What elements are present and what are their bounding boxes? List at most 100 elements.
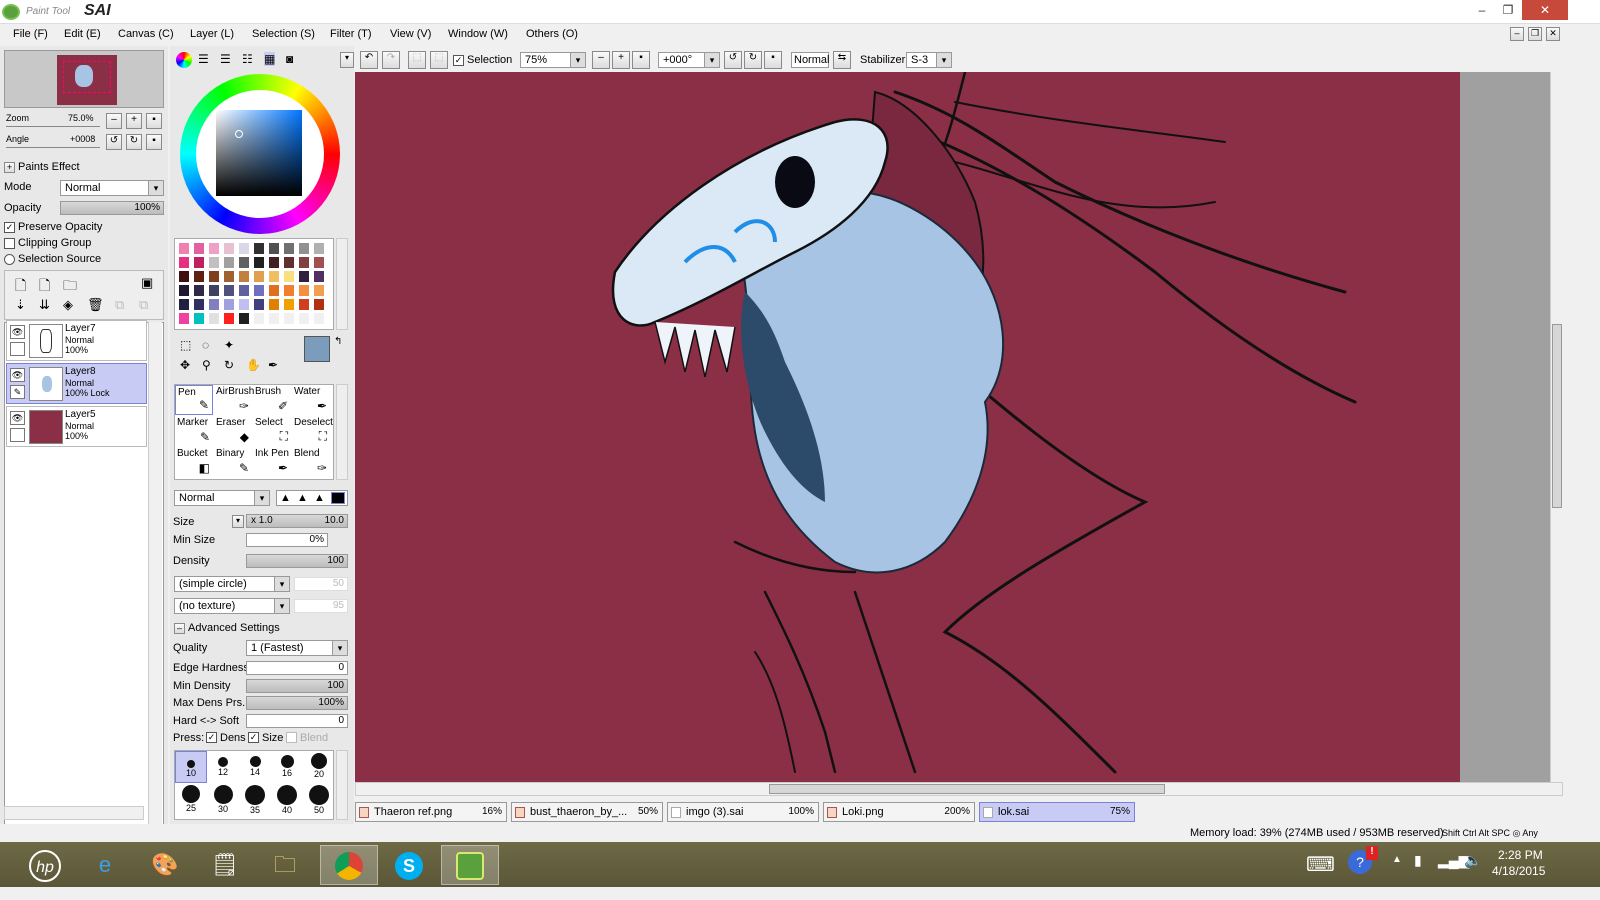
canvas-viewport[interactable]: [355, 70, 1563, 782]
angle-slider[interactable]: [6, 147, 100, 148]
color-mixer-tab-icon[interactable]: ☷: [242, 52, 253, 66]
color-swatch[interactable]: [284, 313, 294, 324]
color-swatch[interactable]: [269, 257, 279, 268]
color-swatch[interactable]: [239, 243, 249, 254]
rotate-reset-button[interactable]: ▪: [146, 134, 162, 150]
advanced-collapse-icon[interactable]: –: [174, 623, 185, 634]
rect-select-icon[interactable]: ⬚: [180, 338, 191, 352]
brush-size-preset[interactable]: 50: [303, 785, 333, 817]
color-swatch[interactable]: [254, 299, 264, 310]
volume-icon[interactable]: 🔈: [1464, 852, 1481, 869]
toolbar-zoom-in-button[interactable]: +: [612, 51, 630, 69]
color-swatch[interactable]: [299, 285, 309, 296]
deselect-button[interactable]: ⬚: [408, 51, 426, 69]
color-swatch[interactable]: [269, 285, 279, 296]
toolbar-rotate-right-button[interactable]: ↻: [744, 51, 762, 69]
layer-list-scrollbar[interactable]: [148, 322, 162, 852]
brush-size-preset[interactable]: 10: [175, 751, 207, 783]
invert-selection-button[interactable]: ⬚: [430, 51, 448, 69]
press-size-checkbox[interactable]: ✓: [248, 732, 259, 743]
brush-shape-soft-icon[interactable]: ▲: [314, 492, 325, 504]
mdi-close-button[interactable]: ✕: [1546, 27, 1560, 41]
swap-colors-icon[interactable]: ↰: [334, 336, 342, 347]
color-swatch[interactable]: [224, 299, 234, 310]
zoom-select[interactable]: 75%: [520, 52, 586, 68]
color-swatch[interactable]: [284, 257, 294, 268]
eyedropper-icon[interactable]: ✒: [268, 358, 278, 372]
color-swatch[interactable]: [239, 299, 249, 310]
tool-grid-scrollbar[interactable]: [336, 384, 348, 480]
selection-source-checkbox[interactable]: [4, 254, 15, 265]
brush-size-preset[interactable]: 40: [271, 785, 303, 817]
layer-list-hscrollbar[interactable]: [4, 806, 144, 820]
layer-opacity-slider[interactable]: 100%: [60, 201, 164, 215]
chrome-icon[interactable]: [320, 845, 378, 885]
redo-button[interactable]: ↷: [382, 51, 400, 69]
zoom-in-button[interactable]: +: [126, 113, 142, 129]
toolbar-menu-button[interactable]: ▾: [340, 52, 354, 68]
color-swatch[interactable]: [299, 299, 309, 310]
show-hidden-icons-icon[interactable]: ▲: [1392, 854, 1402, 865]
color-swatch[interactable]: [179, 285, 189, 296]
saturation-value-square[interactable]: [216, 110, 302, 196]
clipping-group-checkbox[interactable]: [4, 238, 15, 249]
brush-shape-selector[interactable]: ▲ ▲ ▲: [276, 490, 348, 506]
color-swatch[interactable]: [269, 299, 279, 310]
document-tab[interactable]: Thaeron ref.png 16%: [355, 802, 507, 822]
brush-size-preset[interactable]: 30: [207, 785, 239, 817]
layer-edit-toggle[interactable]: [10, 428, 25, 442]
density-slider[interactable]: 100: [246, 554, 348, 568]
color-swatch[interactable]: [179, 313, 189, 324]
edge-hardness-slider[interactable]: 0: [246, 661, 348, 675]
menu-file[interactable]: File (F): [13, 28, 48, 40]
tool-brush[interactable]: Brush ✐: [253, 385, 291, 415]
tool-eraser[interactable]: Eraser ◆: [214, 416, 252, 446]
color-swatch[interactable]: [239, 257, 249, 268]
brush-shape-medium-icon[interactable]: ▲: [297, 492, 308, 504]
rotate-left-button[interactable]: ↺: [106, 134, 122, 150]
color-swatch[interactable]: [269, 313, 279, 324]
max-dens-slider[interactable]: 100%: [246, 696, 348, 710]
color-swatch[interactable]: [254, 243, 264, 254]
tool-blend[interactable]: Blend ✑: [292, 447, 330, 477]
color-swatch[interactable]: [209, 313, 219, 324]
tool-ink-pen[interactable]: Ink Pen ✒: [253, 447, 291, 477]
paints-effect-header[interactable]: Paints Effect: [18, 161, 80, 173]
zoom-icon[interactable]: ⚲: [202, 358, 211, 372]
brush-size-preset[interactable]: 12: [207, 751, 239, 783]
tool-binary[interactable]: Binary ✎: [214, 447, 252, 477]
minimize-button[interactable]: –: [1468, 0, 1496, 20]
color-wheel-tab-icon[interactable]: [176, 52, 192, 68]
tool-bucket[interactable]: Bucket ◧: [175, 447, 213, 477]
hsv-slider-tab-icon[interactable]: ☰: [220, 52, 231, 66]
color-swatch[interactable]: [314, 243, 324, 254]
color-swatch[interactable]: [299, 243, 309, 254]
color-swatch[interactable]: [224, 313, 234, 324]
toolbar-rotate-reset-button[interactable]: ▪: [764, 51, 782, 69]
size-slider[interactable]: x 1.0 10.0: [246, 514, 348, 528]
layer-visibility-icon[interactable]: 👁: [10, 325, 25, 339]
swatch-scrollbar[interactable]: [336, 238, 348, 330]
color-swatch[interactable]: [239, 271, 249, 282]
document-tab-active[interactable]: lok.sai 75%: [979, 802, 1135, 822]
magic-wand-icon[interactable]: ✦: [224, 338, 234, 352]
color-swatch[interactable]: [209, 257, 219, 268]
scratchpad-tab-icon[interactable]: ◙: [286, 52, 293, 66]
zoom-reset-button[interactable]: ▪: [146, 113, 162, 129]
color-swatch[interactable]: [194, 243, 204, 254]
brush-size-preset[interactable]: 14: [239, 751, 271, 783]
skype-icon[interactable]: S: [380, 845, 438, 885]
color-swatch[interactable]: [224, 257, 234, 268]
document-tab[interactable]: bust_thaeron_by_... 50%: [511, 802, 663, 822]
color-swatch[interactable]: [269, 271, 279, 282]
menu-filter[interactable]: Filter (T): [330, 28, 372, 40]
menu-view[interactable]: View (V): [390, 28, 431, 40]
close-button[interactable]: ✕: [1522, 0, 1568, 20]
color-swatch[interactable]: [194, 299, 204, 310]
power-icon[interactable]: ▮: [1414, 852, 1422, 869]
zoom-slider[interactable]: [6, 126, 100, 127]
show-selection-checkbox[interactable]: ✓: [453, 55, 464, 66]
color-swatch[interactable]: [254, 271, 264, 282]
toolbar-zoom-out-button[interactable]: –: [592, 51, 610, 69]
menu-others[interactable]: Others (O): [526, 28, 578, 40]
